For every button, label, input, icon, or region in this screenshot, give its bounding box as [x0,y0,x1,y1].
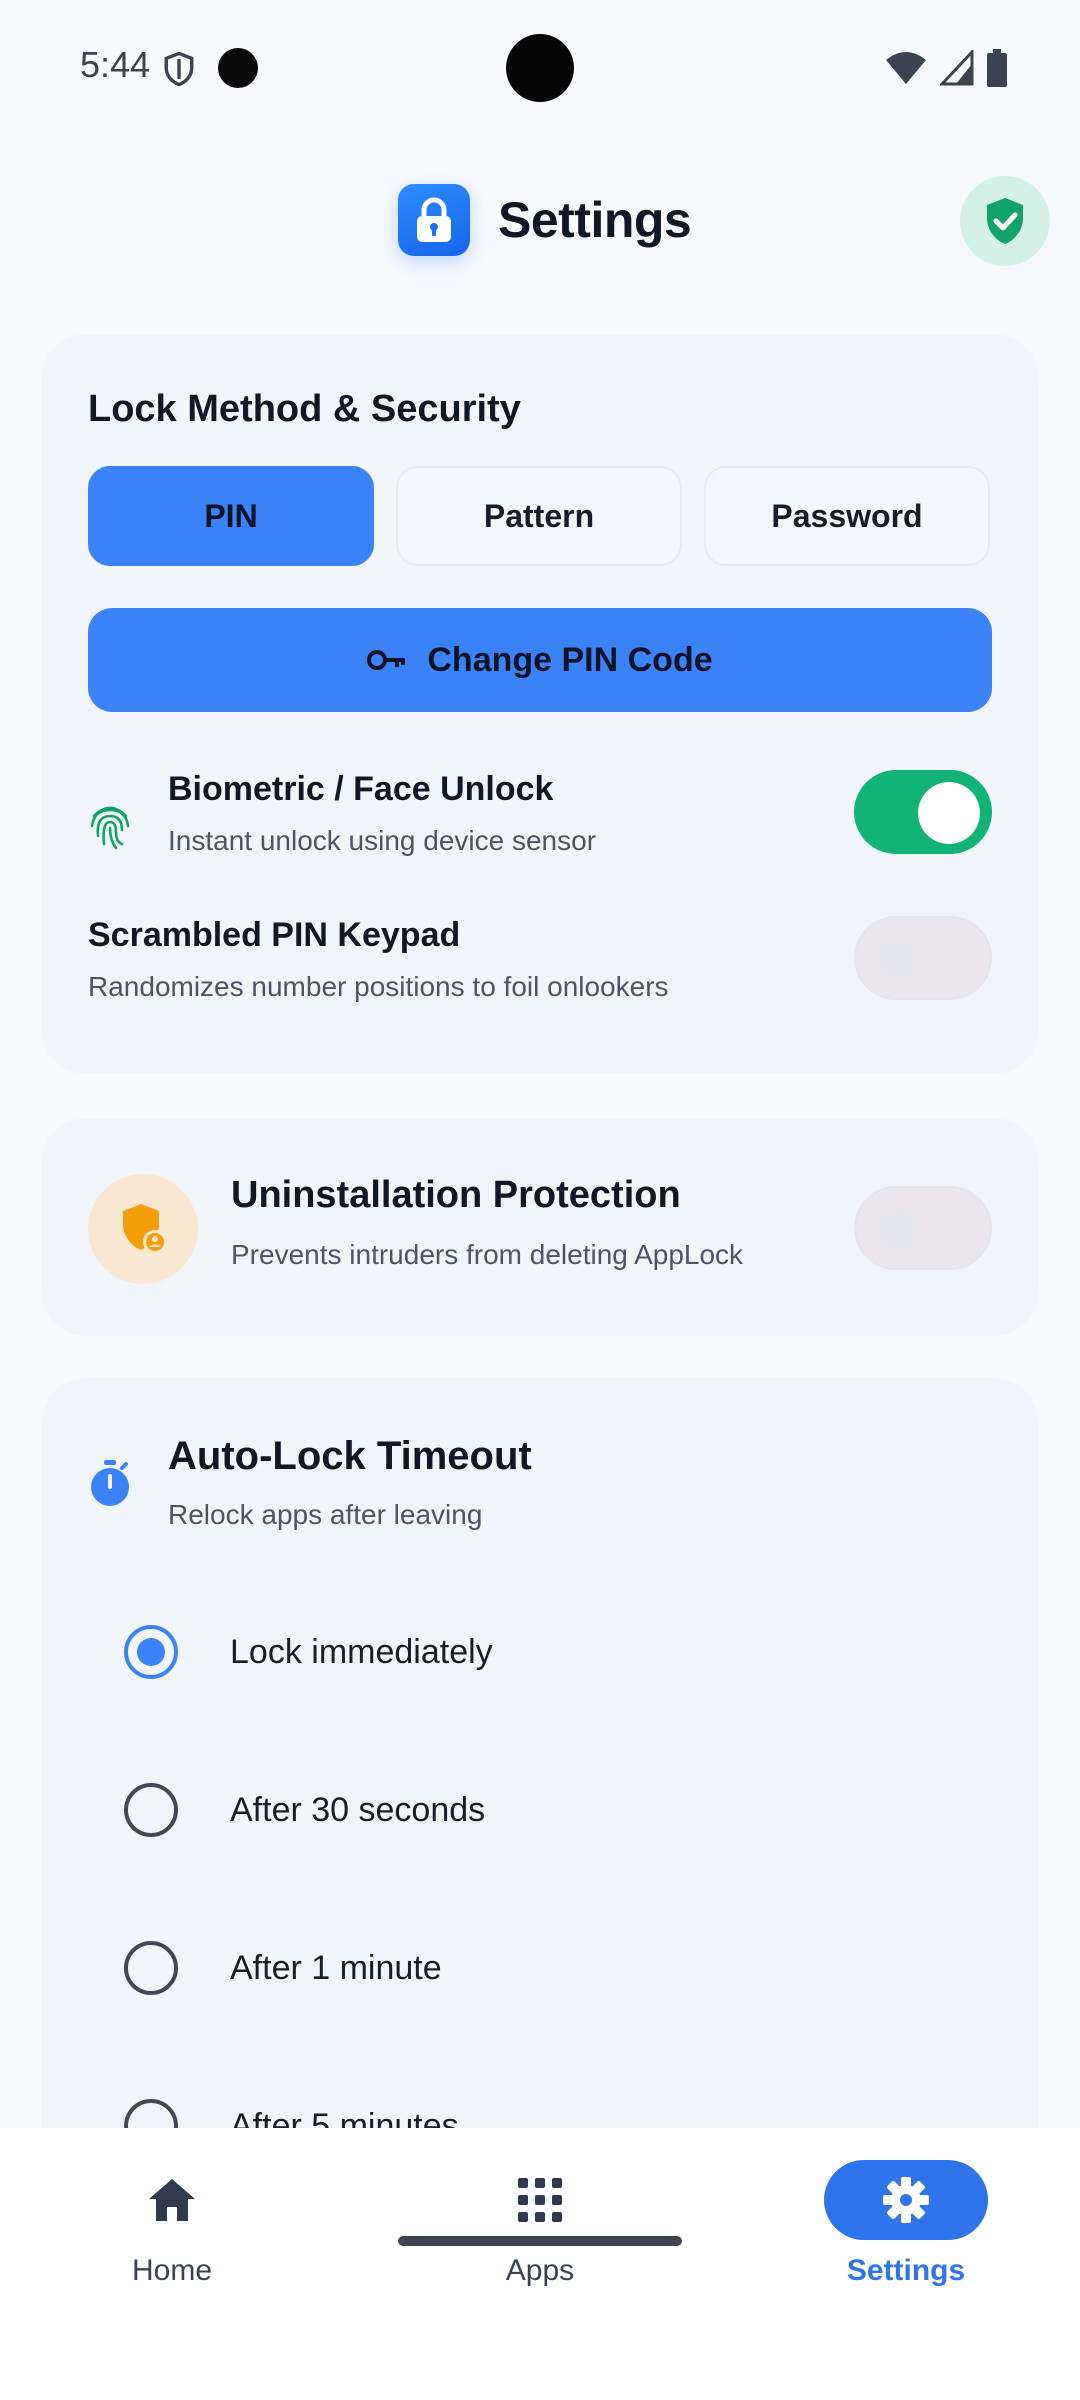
uninstall-protection-icon [88,1174,198,1284]
uninstall-title: Uninstallation Protection [231,1174,681,1216]
status-icons [884,48,1008,88]
biometric-setting: Biometric / Face Unlock Instant unlock u… [88,770,992,870]
timeout-option-label: After 30 seconds [230,1790,486,1829]
nav-home[interactable]: Home [62,2160,282,2288]
home-icon [149,2179,195,2221]
key-icon [367,650,406,670]
header: Settings [0,170,1080,270]
toggle-knob [918,782,980,844]
shield-status-icon [164,51,194,87]
timeout-option-label: Lock immediately [230,1632,493,1671]
battery-icon [987,49,1007,87]
notification-dot-icon [218,48,258,88]
timeout-option-30s[interactable]: After 30 seconds [124,1770,485,1850]
radio-selected[interactable] [124,1625,178,1679]
page-title: Settings [498,192,692,248]
home-indicator[interactable] [398,2236,682,2246]
scrambled-keypad-setting: Scrambled PIN Keypad Randomizes number p… [88,916,992,1016]
biometric-subtitle: Instant unlock using device sensor [168,825,597,856]
fingerprint-icon [90,806,130,850]
change-pin-label: Change PIN Code [427,640,713,679]
biometric-title: Biometric / Face Unlock [168,770,554,808]
nav-apps-label: Apps [505,2254,575,2287]
status-bar: 5:44 [0,0,1080,136]
auto-lock-title: Auto-Lock Timeout [168,1434,532,1478]
lock-method-card: Lock Method & Security PIN Pattern Passw… [42,334,1038,1074]
status-time: 5:44 [80,44,151,85]
nav-home-label: Home [131,2254,213,2287]
toggle-knob [878,939,918,979]
apps-grid-icon [518,2178,562,2222]
nav-apps-icon-wrap [458,2160,622,2240]
front-camera [506,34,574,102]
timeout-option-label: After 1 minute [230,1948,442,1987]
method-password-button[interactable]: Password [704,466,990,566]
nav-settings[interactable]: Settings [796,2160,1016,2288]
nav-apps[interactable]: Apps [430,2160,650,2288]
app-lock-logo-icon [398,184,470,256]
wifi-icon [886,52,926,84]
scrambled-title: Scrambled PIN Keypad [88,916,461,954]
auto-lock-subtitle: Relock apps after leaving [168,1499,483,1530]
stopwatch-icon [91,1460,129,1506]
biometric-toggle[interactable] [854,770,992,854]
toggle-knob [878,1209,918,1249]
method-pin-button[interactable]: PIN [88,466,374,566]
nav-settings-label: Settings [846,2254,966,2287]
uninstall-subtitle: Prevents intruders from deleting AppLock [231,1239,744,1270]
uninstall-protection-card: Uninstallation Protection Prevents intru… [42,1118,1038,1336]
uninstall-toggle[interactable] [854,1186,992,1270]
security-status-badge[interactable] [960,176,1050,266]
scrambled-subtitle: Randomizes number positions to foil onlo… [88,971,669,1002]
timeout-option-1m[interactable]: After 1 minute [124,1928,442,2008]
gear-icon [883,2177,929,2223]
timeout-option-immediately[interactable]: Lock immediately [124,1612,493,1692]
shield-user-icon [123,1204,167,1254]
nav-home-icon-wrap [90,2160,254,2240]
lock-method-title: Lock Method & Security [88,388,521,430]
nav-settings-icon-wrap [824,2160,988,2240]
shield-check-icon [987,198,1023,244]
radio-unselected[interactable] [124,1941,178,1995]
signal-icon [940,50,974,86]
radio-unselected[interactable] [124,1783,178,1837]
bottom-navigation: Home Apps Settings [0,2128,1080,2400]
change-pin-button[interactable]: Change PIN Code [88,608,992,712]
scrambled-toggle[interactable] [854,916,992,1000]
lock-method-selector: PIN Pattern Password [88,466,990,566]
header-title-group: Settings [398,184,692,256]
method-pattern-button[interactable]: Pattern [396,466,682,566]
